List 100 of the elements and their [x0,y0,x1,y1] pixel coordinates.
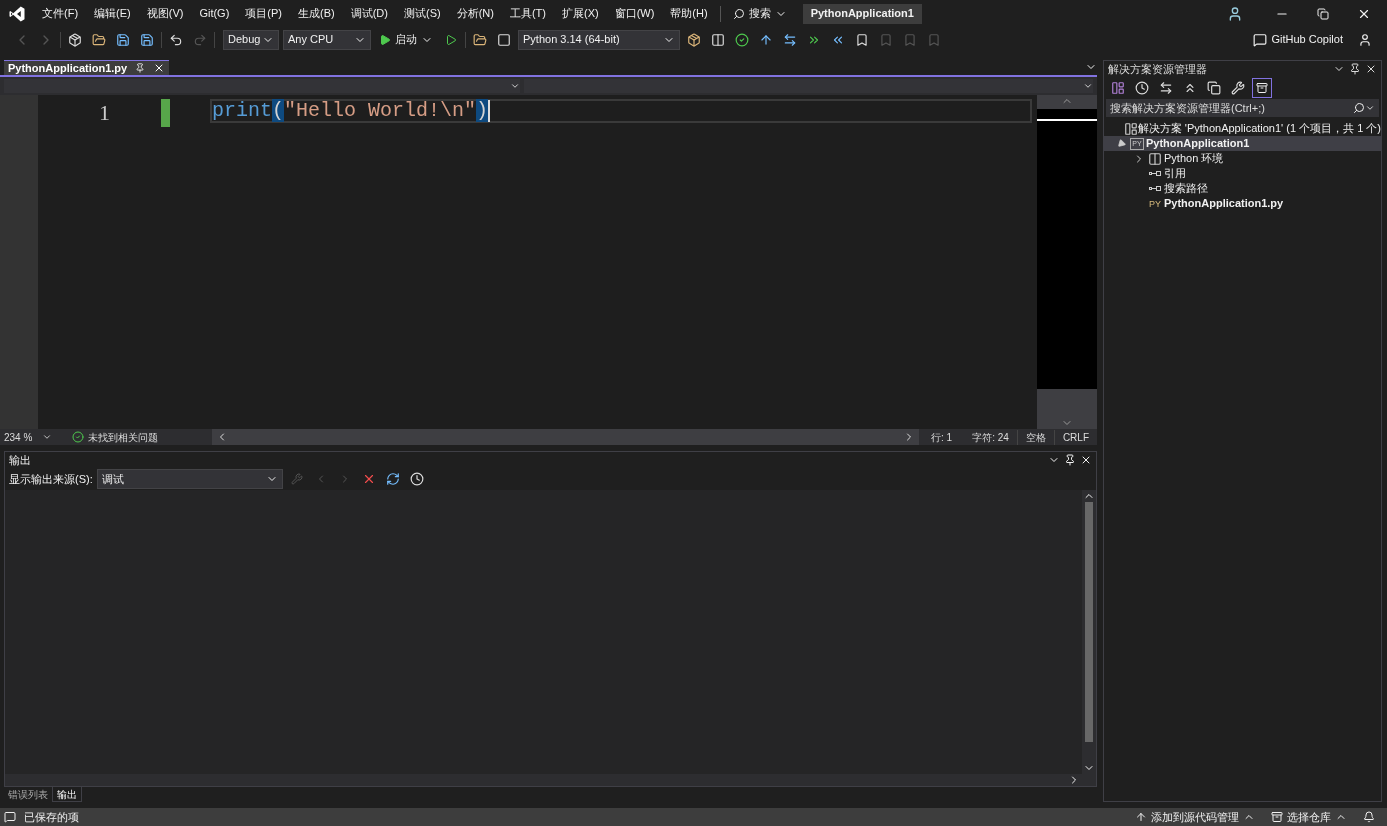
scrollbar-thumb[interactable] [1085,502,1093,742]
account-icon[interactable] [1227,5,1243,22]
app-logo-icon [8,4,26,23]
caret-icon [1083,81,1093,91]
pending-changes-icon [1135,81,1149,95]
notification-icon[interactable] [4,811,16,823]
environment-dropdown[interactable]: Python 3.14 (64-bit) [518,29,680,50]
platform-dropdown[interactable]: Any CPU [283,29,371,50]
pin-icon[interactable] [1349,63,1361,75]
line-number: 1 [99,99,110,127]
tree-item[interactable]: PY PythonApplication1.py [1104,196,1381,211]
spell-check-icon [735,32,749,47]
environment-icon [1148,151,1162,166]
pin-icon[interactable] [135,63,146,73]
source-control-button[interactable]: 添加到源代码管理 [1151,808,1239,826]
status-message: 已保存的项 [24,809,79,825]
menu-item[interactable]: 项目(P) [245,5,282,22]
window-layout-icon [497,32,511,47]
tree-item-label: Python 环境 [1164,151,1224,167]
play-icon[interactable] [379,33,391,46]
word-wrap-icon [385,472,400,486]
copilot-button[interactable]: GitHub Copilot [1271,31,1343,48]
search-field[interactable]: 搜索解决方案资源管理器(Ctrl+;) [1106,99,1379,117]
previous-bookmark-icon [879,32,893,47]
text-cursor [488,100,491,122]
folder-search-icon [473,32,487,47]
caret-icon [42,432,52,442]
line-ending-indicator[interactable]: CRLF [1053,429,1097,445]
next-bookmark-icon [903,32,917,47]
timestamp-icon [409,472,424,486]
menu-item[interactable]: 窗口(W) [614,5,655,22]
line-indicator: 行: 1 [930,430,954,445]
search-icon[interactable] [732,7,745,20]
search-icon [1353,102,1365,114]
arrow-up-icon[interactable] [1135,811,1147,823]
change-marker [161,99,170,127]
menu-item[interactable]: Git(G) [199,5,230,22]
tree-item-label: PythonApplication1 [1146,136,1250,152]
redo-icon [193,32,207,47]
bell-icon[interactable] [1363,811,1375,823]
layout-icon [711,32,725,47]
horizontal-scrollbar[interactable] [212,429,920,445]
menu-item[interactable]: 分析(N) [456,5,494,22]
package-icon [687,32,701,47]
tree-item[interactable]: 搜索路径 [1104,181,1381,196]
check-icon [72,431,84,443]
menu-item[interactable]: 帮助(H) [670,5,708,22]
code-line: print("Hello World!\n") [212,99,489,123]
output-source-dropdown[interactable]: 调试 [96,469,283,489]
issues-status[interactable]: 未找到相关问题 [88,429,158,445]
open-folder-icon [92,32,106,47]
solution-icon [1123,121,1138,136]
menu-item[interactable]: 工具(T) [509,5,546,22]
preview-toggle[interactable] [1252,78,1272,98]
feedback-icon [1358,32,1372,47]
tree-item[interactable]: Python 环境 [1104,151,1381,166]
menu-item[interactable]: 扩展(X) [561,5,599,22]
collapse-arrow-icon[interactable] [1115,137,1127,150]
search-button[interactable]: 搜索 [748,5,771,22]
tree-item-label: 搜索路径 [1164,181,1208,197]
pin-icon[interactable] [1064,454,1076,466]
reference-icon [1149,186,1161,191]
menu-item[interactable]: 视图(V) [146,5,184,22]
repository-button[interactable]: 选择仓库 [1287,808,1331,826]
zoom-dropdown[interactable]: 234 % [0,429,56,445]
menu-item[interactable]: 生成(B) [298,5,335,22]
menu-item[interactable]: 文件(F) [42,5,79,22]
window-title: PythonApplication1 [802,3,922,24]
close-icon[interactable] [1365,63,1377,75]
bookmark-icon [855,32,869,47]
properties-icon [1231,81,1245,95]
undo-icon [169,32,183,47]
new-item-icon [68,32,82,47]
tree-item-label: 解决方案 'PythonApplication1' (1 个项目，共 1 个) [1137,121,1381,137]
clear-bookmarks-icon [927,32,941,47]
tree-item-label: 引用 [1164,166,1186,182]
close-icon[interactable] [1080,454,1092,466]
panel-tab[interactable]: 错误列表 [4,787,52,802]
switch-views-icon [1111,81,1125,95]
collapse-all-icon [1183,81,1197,95]
caret-icon [1365,103,1375,113]
caret-icon [510,81,520,91]
repository-icon[interactable] [1271,811,1283,823]
panel-tab[interactable]: 输出 [52,787,82,802]
configuration-dropdown[interactable]: Debug [223,29,279,50]
whitespace-indicator[interactable]: 空格 [1016,429,1054,445]
menu-item[interactable]: 编辑(E) [94,5,131,22]
find-message-icon [290,473,303,485]
tree-item[interactable]: 解决方案 'PythonApplication1' (1 个项目，共 1 个) [1104,121,1381,136]
start-button[interactable]: 启动 [395,31,417,48]
output-source-label: 显示输出来源(S): [9,471,93,487]
show-all-files-icon [1207,81,1221,95]
python-file-icon: PY [1149,198,1161,209]
swap-icon [783,32,797,47]
panel-title: 解决方案资源管理器 [1108,61,1207,77]
save-icon [116,32,130,47]
restore-icon[interactable] [1317,7,1329,20]
menu-item[interactable]: 调试(D) [350,5,388,22]
menu-item[interactable]: 测试(S) [403,5,441,22]
tree-item[interactable]: 引用 [1104,166,1381,181]
